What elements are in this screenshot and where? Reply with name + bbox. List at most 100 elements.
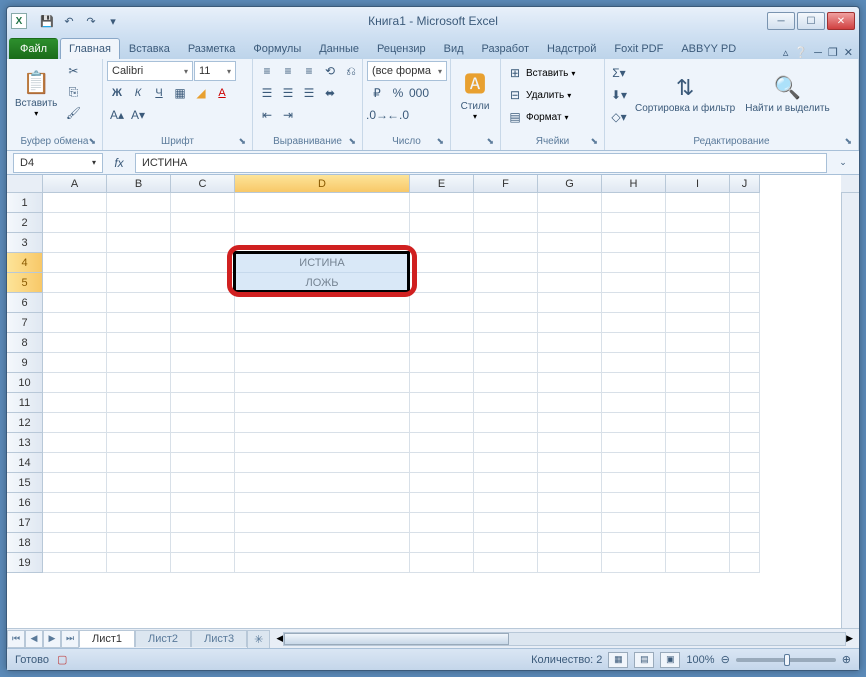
cell-E19[interactable] (410, 553, 474, 573)
cell-I14[interactable] (666, 453, 730, 473)
cell-C5[interactable] (171, 273, 235, 293)
cell-E13[interactable] (410, 433, 474, 453)
cell-D1[interactable] (235, 193, 410, 213)
fx-button[interactable]: fx (109, 153, 129, 173)
cell-F4[interactable] (474, 253, 538, 273)
cell-B6[interactable] (107, 293, 171, 313)
cell-E1[interactable] (410, 193, 474, 213)
cell-D8[interactable] (235, 333, 410, 353)
cell-D10[interactable] (235, 373, 410, 393)
cell-E16[interactable] (410, 493, 474, 513)
cell-H12[interactable] (602, 413, 666, 433)
cell-J3[interactable] (730, 233, 760, 253)
currency-button[interactable]: ₽ (367, 83, 387, 103)
grow-font-button[interactable]: A▴ (107, 105, 127, 125)
macro-record-icon[interactable]: ▢ (57, 653, 67, 666)
cell-H18[interactable] (602, 533, 666, 553)
horizontal-scrollbar[interactable] (283, 632, 846, 646)
underline-button[interactable]: Ч (149, 83, 169, 103)
worksheet-grid[interactable]: ABCDEFGHIJ 12345678910111213141516171819… (7, 175, 859, 648)
bold-button[interactable]: Ж (107, 83, 127, 103)
orientation-button[interactable]: ⟲ (320, 61, 340, 81)
tab-nav-next[interactable]: ▶ (43, 630, 61, 648)
cell-I18[interactable] (666, 533, 730, 553)
undo-button[interactable]: ↶ (59, 11, 79, 31)
cell-C12[interactable] (171, 413, 235, 433)
cell-I6[interactable] (666, 293, 730, 313)
cell-B15[interactable] (107, 473, 171, 493)
cell-A17[interactable] (43, 513, 107, 533)
cell-J10[interactable] (730, 373, 760, 393)
cell-A18[interactable] (43, 533, 107, 553)
cell-J15[interactable] (730, 473, 760, 493)
save-button[interactable]: 💾 (37, 11, 57, 31)
cell-B1[interactable] (107, 193, 171, 213)
cell-G1[interactable] (538, 193, 602, 213)
cell-G19[interactable] (538, 553, 602, 573)
cell-E8[interactable] (410, 333, 474, 353)
cell-J17[interactable] (730, 513, 760, 533)
cell-J4[interactable] (730, 253, 760, 273)
cell-B19[interactable] (107, 553, 171, 573)
font-name-combo[interactable]: Calibri▾ (107, 61, 193, 81)
percent-button[interactable]: % (388, 83, 408, 103)
cell-F12[interactable] (474, 413, 538, 433)
cell-F9[interactable] (474, 353, 538, 373)
cell-G14[interactable] (538, 453, 602, 473)
cell-F13[interactable] (474, 433, 538, 453)
cell-C11[interactable] (171, 393, 235, 413)
cell-D5[interactable]: ЛОЖЬ (235, 273, 410, 293)
zoom-in-button[interactable]: ⊕ (842, 653, 851, 666)
tab-insert[interactable]: Вставка (120, 38, 179, 59)
cell-E10[interactable] (410, 373, 474, 393)
cell-I3[interactable] (666, 233, 730, 253)
cell-C18[interactable] (171, 533, 235, 553)
cell-H8[interactable] (602, 333, 666, 353)
tab-addins[interactable]: Надстрой (538, 38, 605, 59)
row-header-3[interactable]: 3 (7, 233, 43, 253)
font-size-combo[interactable]: 11▾ (194, 61, 236, 81)
cell-E18[interactable] (410, 533, 474, 553)
cell-C2[interactable] (171, 213, 235, 233)
cell-E9[interactable] (410, 353, 474, 373)
cell-J8[interactable] (730, 333, 760, 353)
cell-C10[interactable] (171, 373, 235, 393)
view-normal-button[interactable]: ▦ (608, 652, 628, 668)
cell-J16[interactable] (730, 493, 760, 513)
row-header-16[interactable]: 16 (7, 493, 43, 513)
cell-G13[interactable] (538, 433, 602, 453)
cell-B5[interactable] (107, 273, 171, 293)
tab-nav-last[interactable]: ⏭ (61, 630, 79, 648)
cell-J9[interactable] (730, 353, 760, 373)
cell-G8[interactable] (538, 333, 602, 353)
cell-D19[interactable] (235, 553, 410, 573)
cell-I13[interactable] (666, 433, 730, 453)
cell-H6[interactable] (602, 293, 666, 313)
cell-H16[interactable] (602, 493, 666, 513)
cell-H9[interactable] (602, 353, 666, 373)
select-all-corner[interactable] (7, 175, 43, 193)
border-button[interactable]: ▦ (170, 83, 190, 103)
styles-button[interactable]: 🅰 Стили ▾ (455, 61, 495, 127)
doc-close-icon[interactable]: ✕ (844, 46, 853, 59)
cell-B18[interactable] (107, 533, 171, 553)
cell-I5[interactable] (666, 273, 730, 293)
cut-button[interactable]: ✂ (63, 61, 83, 81)
new-sheet-button[interactable]: ✳ (247, 630, 270, 648)
merge-button[interactable]: ⬌ (320, 83, 340, 103)
vertical-scrollbar[interactable] (841, 193, 859, 628)
cell-J6[interactable] (730, 293, 760, 313)
cell-F11[interactable] (474, 393, 538, 413)
cell-F2[interactable] (474, 213, 538, 233)
name-box[interactable]: D4▾ (13, 153, 103, 173)
view-page-break-button[interactable]: ▣ (660, 652, 680, 668)
italic-button[interactable]: К (128, 83, 148, 103)
row-header-10[interactable]: 10 (7, 373, 43, 393)
cell-I9[interactable] (666, 353, 730, 373)
cell-D4[interactable]: ИСТИНА (235, 253, 410, 273)
cell-D18[interactable] (235, 533, 410, 553)
row-header-9[interactable]: 9 (7, 353, 43, 373)
tab-abbyy[interactable]: ABBYY PD (672, 38, 745, 59)
formula-input[interactable]: ИСТИНА (135, 153, 827, 173)
tab-review[interactable]: Рецензир (368, 38, 435, 59)
